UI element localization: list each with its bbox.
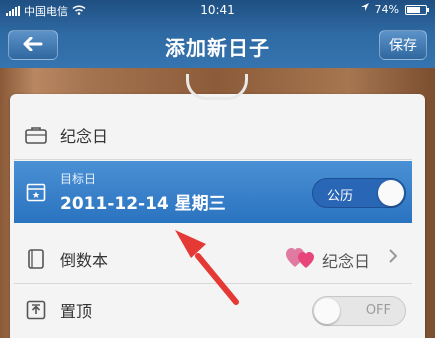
toggle-knob: [314, 298, 340, 324]
location-icon: [360, 3, 369, 16]
row-countdown-book[interactable]: 倒数本 纪念日: [14, 234, 412, 284]
status-bar: 中国电信 10:41 74%: [0, 0, 435, 20]
hearts-icon: [285, 247, 316, 273]
save-button[interactable]: 保存: [379, 30, 427, 60]
row-anniversary[interactable]: 纪念日: [14, 110, 412, 160]
calendar-toggle-label: 公历: [327, 189, 354, 204]
calendar-type-toggle[interactable]: 公历: [312, 178, 406, 208]
countdown-book-value: 纪念日: [321, 252, 370, 271]
target-date-text: 目标日 2011-12-14 星期三: [60, 170, 226, 214]
target-date-label: 目标日: [60, 172, 97, 186]
briefcase-icon: [24, 123, 48, 147]
battery-icon: [405, 4, 429, 15]
battery-percent: 74%: [374, 3, 399, 16]
countdown-book-label: 倒数本: [60, 250, 109, 270]
pin-top-toggle-label: OFF: [365, 303, 391, 318]
pin-top-toggle[interactable]: OFF: [312, 296, 406, 326]
chevron-right-icon: [388, 248, 398, 268]
target-date-value: 2011-12-14 星期三: [60, 194, 226, 214]
pin-top-icon: [24, 298, 48, 322]
status-right: 74%: [360, 3, 429, 16]
calendar-icon: [24, 180, 48, 204]
book-icon: [24, 247, 48, 271]
countdown-book-value-wrap: 纪念日: [285, 247, 370, 273]
row-pin-top[interactable]: 置顶 OFF: [14, 285, 412, 335]
page-title: 添加新日子: [165, 36, 270, 60]
pin-top-label: 置顶: [60, 302, 93, 321]
navigation-bar: 添加新日子 保存: [0, 24, 435, 68]
toggle-knob: [378, 180, 404, 206]
binder-ring: [186, 74, 248, 100]
row-target-date[interactable]: 目标日 2011-12-14 星期三 公历: [14, 161, 412, 223]
anniversary-label: 纪念日: [60, 126, 109, 146]
